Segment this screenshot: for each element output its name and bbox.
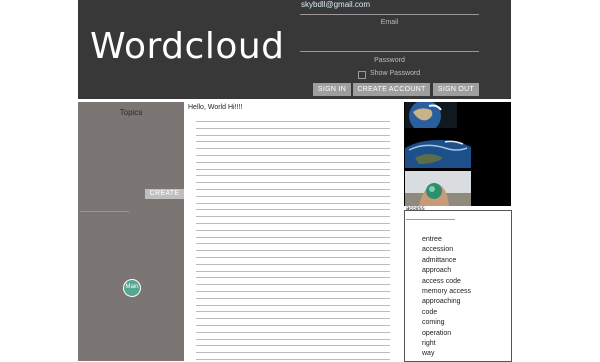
ruled-line — [196, 318, 390, 319]
word-item[interactable]: accession — [422, 245, 471, 255]
ruled-line — [196, 169, 390, 170]
ruled-line — [196, 121, 390, 122]
ruled-line — [196, 203, 390, 204]
word-item[interactable]: right — [422, 339, 471, 349]
ruled-line — [196, 209, 390, 210]
related-words-title: access — [406, 206, 425, 212]
ruled-line — [196, 359, 390, 360]
ruled-line — [196, 264, 390, 265]
related-words-list: entree accession admittance approach acc… — [422, 235, 471, 360]
ruled-line — [196, 291, 390, 292]
sign-out-button[interactable]: SIGN OUT — [433, 83, 479, 96]
ruled-line — [196, 223, 390, 224]
ruled-notes-area[interactable] — [196, 121, 390, 361]
word-item[interactable]: admittance — [422, 256, 471, 266]
ruled-line — [196, 189, 390, 190]
create-topic-button[interactable]: CREATE — [145, 189, 184, 199]
ruled-line — [196, 237, 390, 238]
password-label: Password — [374, 57, 405, 64]
ruled-line — [196, 271, 390, 272]
word-item[interactable]: entree — [422, 235, 471, 245]
ruled-line — [196, 325, 390, 326]
ruled-line — [196, 298, 390, 299]
show-password-checkbox[interactable] — [358, 71, 366, 79]
ruled-line — [196, 155, 390, 156]
earth-image-1[interactable] — [405, 102, 457, 128]
ruled-line — [196, 196, 390, 197]
ruled-line — [196, 345, 390, 346]
word-item[interactable]: approaching — [422, 297, 471, 307]
ruled-line — [196, 284, 390, 285]
ruled-line — [196, 148, 390, 149]
ruled-line — [196, 141, 390, 142]
earth-image-2[interactable] — [405, 128, 471, 168]
ruled-line — [196, 311, 390, 312]
topics-title: Topics — [119, 108, 143, 117]
email-label: Email — [380, 19, 399, 26]
password-field[interactable] — [300, 51, 479, 52]
word-item[interactable]: memory access — [422, 287, 471, 297]
word-item[interactable]: operation — [422, 329, 471, 339]
ruled-line — [196, 277, 390, 278]
related-words-title-underline — [406, 219, 455, 220]
earth-image-3[interactable] — [405, 171, 471, 206]
word-item[interactable]: code — [422, 308, 471, 318]
show-password-label: Show Password — [370, 70, 421, 77]
email-field-underline — [300, 14, 479, 15]
topics-sidebar — [78, 102, 184, 361]
ruled-line — [196, 230, 390, 231]
ruled-line — [196, 216, 390, 217]
ruled-line — [196, 135, 390, 136]
word-item[interactable]: way — [422, 349, 471, 359]
wordcloud-logo: Wordcloud — [90, 26, 285, 67]
ruled-line — [196, 305, 390, 306]
ruled-line — [196, 162, 390, 163]
ruled-line — [196, 339, 390, 340]
ruled-line — [196, 250, 390, 251]
ruled-line — [196, 332, 390, 333]
greeting-text: Hello, World Hi!!!! — [188, 104, 243, 111]
email-field[interactable]: skybdll@gmail.com — [301, 0, 370, 9]
create-account-button[interactable]: CREATE ACCOUNT — [353, 83, 430, 96]
word-item[interactable]: access code — [422, 277, 471, 287]
word-item[interactable]: coming — [422, 318, 471, 328]
ruled-line — [196, 128, 390, 129]
ruled-line — [196, 243, 390, 244]
sign-in-button[interactable]: SIGN IN — [313, 83, 351, 96]
ruled-line — [196, 257, 390, 258]
ruled-line — [196, 175, 390, 176]
topic-input-underline[interactable] — [80, 211, 129, 212]
main-topic-node[interactable]: Main — [123, 279, 141, 297]
ruled-line — [196, 182, 390, 183]
ruled-line — [196, 352, 390, 353]
word-item[interactable]: approach — [422, 266, 471, 276]
